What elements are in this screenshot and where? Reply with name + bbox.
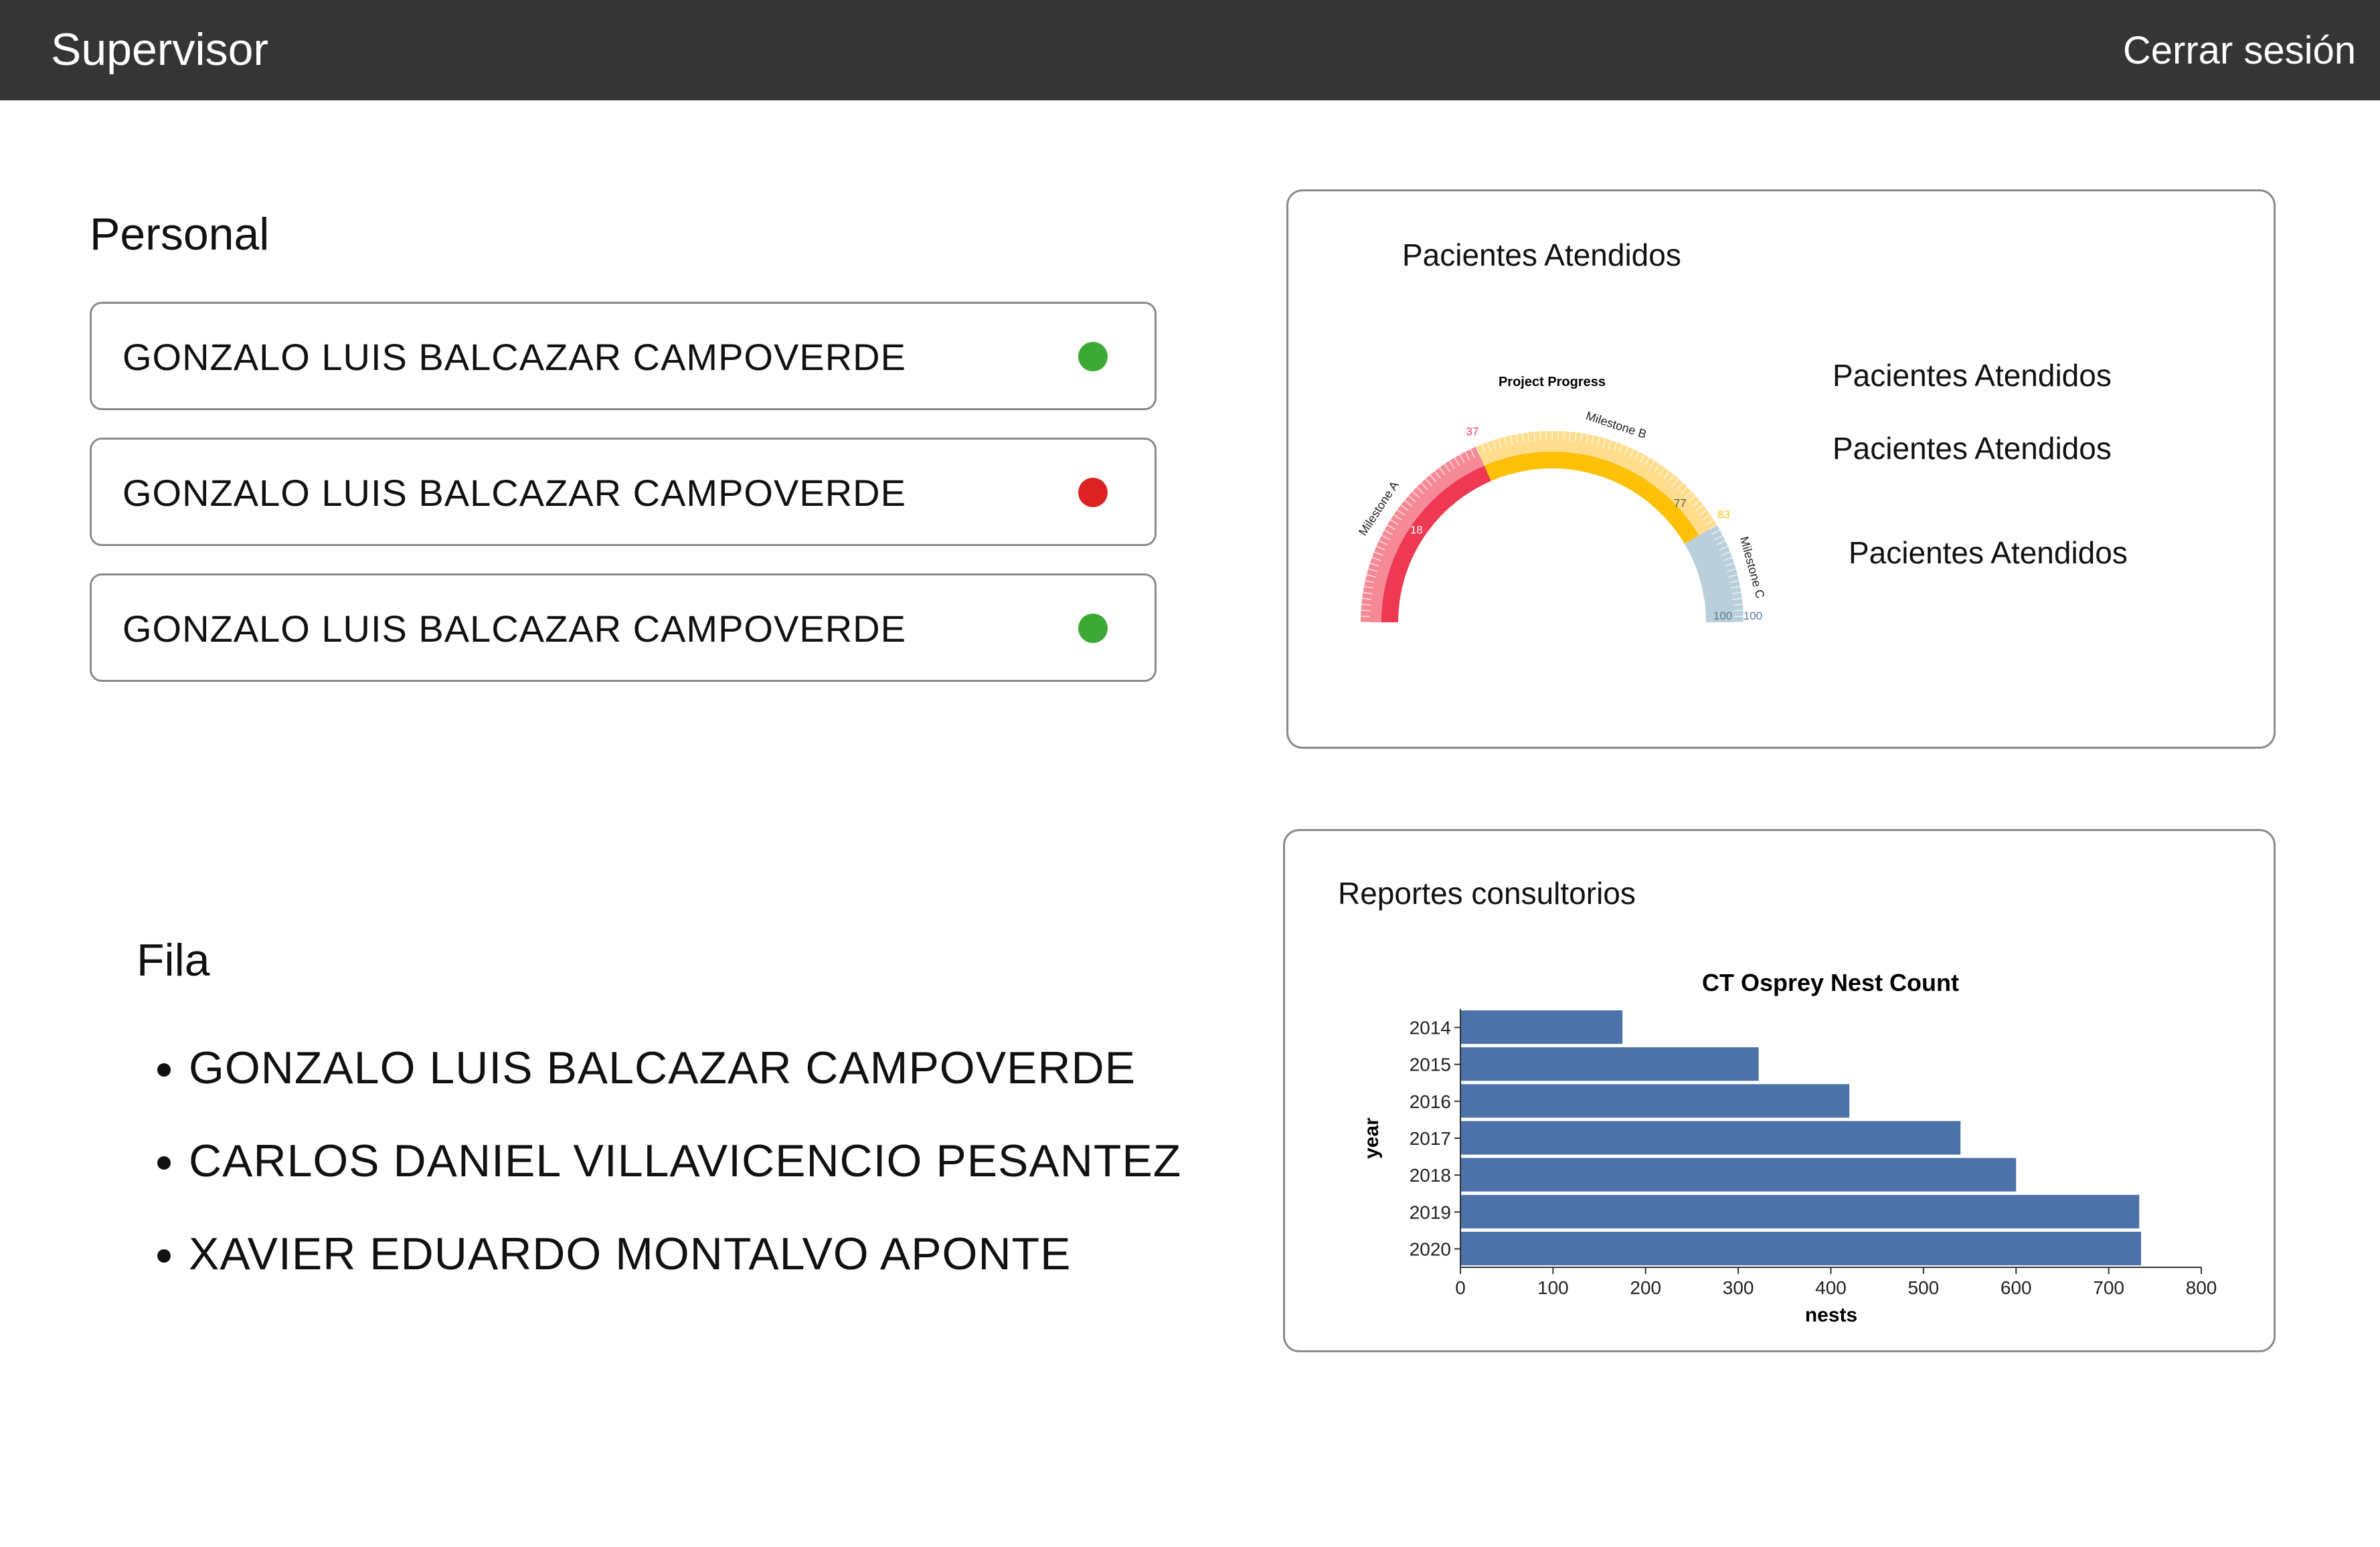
x-tick-label: 200 [1630, 1277, 1661, 1298]
staff-card[interactable]: GONZALO LUIS BALCAZAR CAMPOVERDE [90, 573, 1157, 682]
staff-section-title: Personal [90, 209, 270, 260]
y-tick-label: 2017 [1410, 1128, 1451, 1149]
bar [1460, 1158, 2017, 1192]
status-indicator [1078, 478, 1108, 507]
x-tick-label: 400 [1815, 1277, 1847, 1298]
bar [1460, 1084, 1850, 1118]
gauge-value-label: 100 [1713, 610, 1732, 622]
staff-card[interactable]: GONZALO LUIS BALCAZAR CAMPOVERDE [90, 438, 1157, 546]
gauge-tick [1539, 431, 1541, 441]
staff-card[interactable]: GONZALO LUIS BALCAZAR CAMPOVERDE [90, 302, 1157, 410]
x-tick-label: 500 [1908, 1277, 1940, 1298]
x-tick-label: 600 [2001, 1277, 2032, 1298]
x-axis-label: nests [1805, 1304, 1857, 1326]
y-tick-label: 2016 [1410, 1091, 1451, 1112]
staff-name: GONZALO LUIS BALCAZAR CAMPOVERDE [122, 336, 906, 378]
bar-chart-title: CT Osprey Nest Count [1702, 969, 1959, 996]
gauge-segment-outer [1684, 525, 1744, 622]
reports-panel: Reportes consultorios CT Osprey Nest Cou… [1283, 829, 2276, 1352]
bar [1460, 1194, 2140, 1228]
bar-chart: CT Osprey Nest Count nests year 2014 2015… [1361, 969, 2217, 1326]
gauge-value-label: 77 [1674, 496, 1687, 509]
staff-name: GONZALO LUIS BALCAZAR CAMPOVERDE [122, 608, 906, 650]
x-tick-label: 0 [1455, 1277, 1466, 1298]
y-tick-label: 2018 [1410, 1165, 1451, 1186]
app-title: Supervisor [51, 24, 269, 75]
gauge-segment-inner [1484, 452, 1699, 544]
status-indicator [1078, 342, 1108, 371]
logout-button[interactable]: Cerrar sesión [2123, 24, 2356, 78]
bar [1460, 1231, 2142, 1265]
gauge-value-label: 83 [1717, 508, 1730, 521]
gauge-tick [1563, 431, 1565, 441]
queue-item: GONZALO LUIS BALCAZAR CAMPOVERDE [189, 1038, 1181, 1131]
x-tick-label: 100 [1537, 1277, 1569, 1298]
y-tick-label: 2014 [1410, 1018, 1451, 1038]
gauge-tick [1733, 610, 1744, 612]
queue-section-title: Fila [137, 935, 210, 986]
bar [1460, 1010, 1623, 1044]
y-tick-label: 2019 [1410, 1202, 1451, 1222]
y-tick-label: 2015 [1410, 1055, 1451, 1075]
bar [1460, 1047, 1759, 1081]
gauge-tick [1361, 610, 1371, 612]
x-tick-label: 300 [1723, 1277, 1754, 1298]
gauge-value-label: 100 [1744, 610, 1762, 622]
y-tick-label: 2020 [1410, 1239, 1451, 1259]
gauge-value-label: 37 [1466, 426, 1478, 438]
gauge-milestone-label: Milestone C [1737, 535, 1767, 600]
gauge-value-label: 18 [1410, 523, 1423, 536]
bar [1460, 1121, 1961, 1155]
top-bar: Supervisor Cerrar sesión [0, 0, 2380, 100]
gauge-title: Project Progress [1499, 375, 1606, 389]
x-tick-label: 700 [2093, 1277, 2124, 1298]
x-tick-label: 800 [2186, 1277, 2217, 1298]
queue-list: GONZALO LUIS BALCAZAR CAMPOVERDE CARLOS … [138, 1038, 1181, 1317]
y-axis-label: year [1361, 1117, 1383, 1159]
patients-panel: Pacientes Atendidos Pacientes Atendidos … [1286, 189, 2276, 749]
queue-item: XAVIER EDUARDO MONTALVO APONTE [189, 1224, 1181, 1317]
staff-name: GONZALO LUIS BALCAZAR CAMPOVERDE [122, 472, 906, 514]
status-indicator [1078, 614, 1108, 643]
gauge-chart: Project Progress Milestone AMilestone BM… [1356, 375, 1767, 623]
queue-item: CARLOS DANIEL VILLAVICENCIO PESANTEZ [189, 1131, 1181, 1224]
